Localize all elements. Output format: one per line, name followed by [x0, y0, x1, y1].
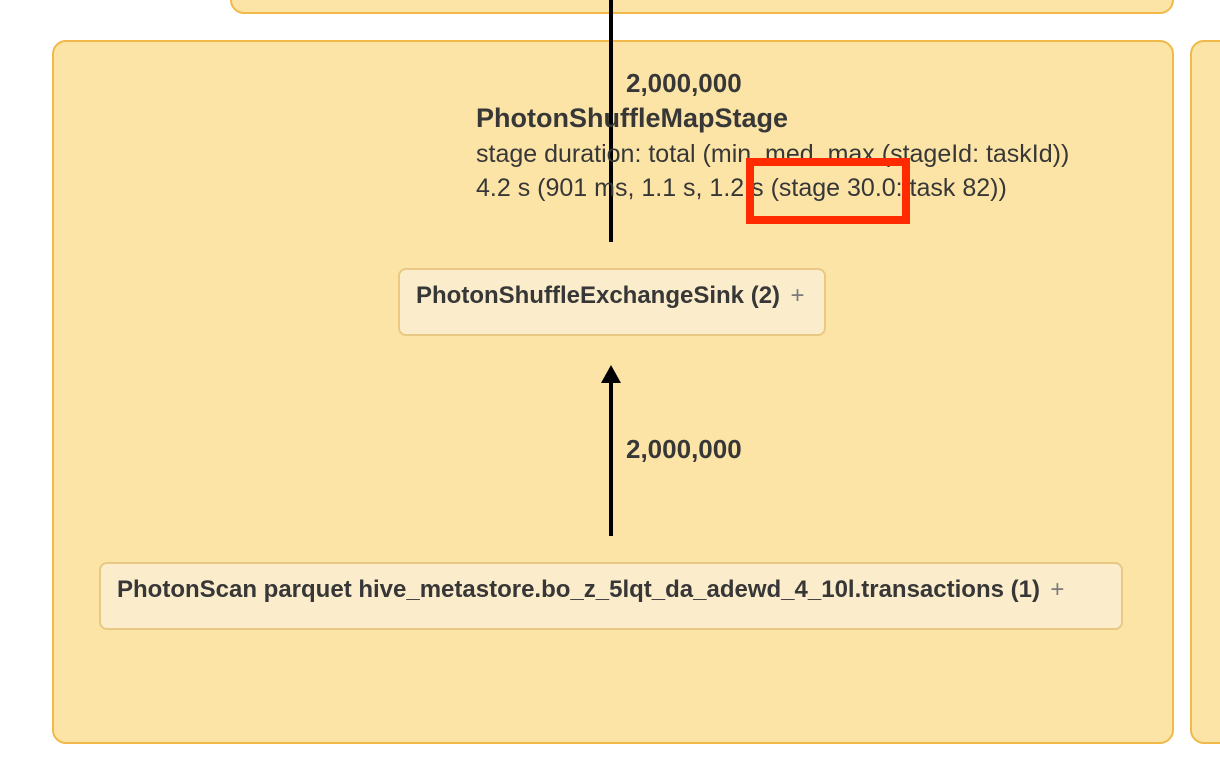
- expand-icon[interactable]: +: [1050, 576, 1064, 603]
- highlight-rectangle: [746, 158, 910, 224]
- expand-icon[interactable]: +: [790, 282, 804, 309]
- node-scan-label: PhotonScan parquet hive_metastore.bo_z_5…: [117, 576, 1040, 603]
- node-scan[interactable]: PhotonScan parquet hive_metastore.bo_z_5…: [99, 562, 1123, 630]
- row-count-mid: 2,000,000: [626, 434, 742, 465]
- stage-box-partial-right: [1190, 40, 1220, 744]
- stage-name: PhotonShuffleMapStage: [476, 103, 1116, 134]
- stage-box-partial-top: [230, 0, 1174, 14]
- node-exchange-sink[interactable]: PhotonShuffleExchangeSink (2) +: [398, 268, 826, 336]
- row-count-top: 2,000,000: [626, 68, 1116, 99]
- node-exchange-sink-label: PhotonShuffleExchangeSink (2): [416, 282, 780, 309]
- edge-line-mid: [609, 380, 613, 536]
